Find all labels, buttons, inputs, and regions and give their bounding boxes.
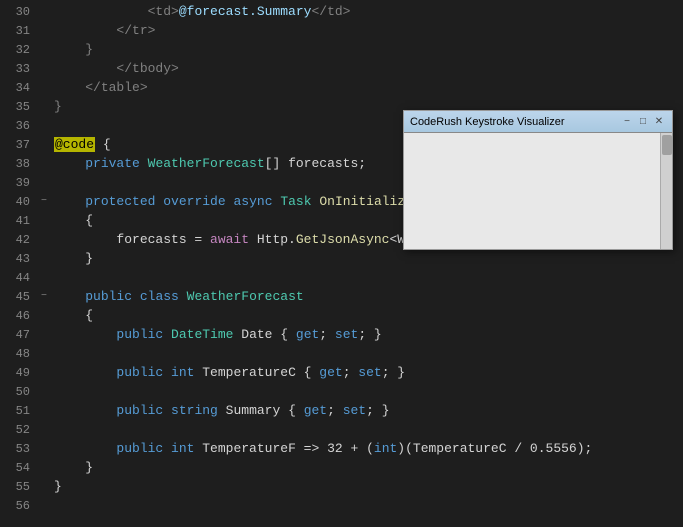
line-number: 50	[0, 385, 38, 399]
line-number: 49	[0, 366, 38, 380]
line-content: }	[50, 251, 93, 266]
line-number: 43	[0, 252, 38, 266]
scroll-thumb[interactable]	[662, 135, 672, 155]
close-button[interactable]: ✕	[652, 115, 666, 129]
collapse-button[interactable]: −	[38, 196, 50, 207]
line-content: public string Summary { get; set; }	[50, 403, 390, 418]
code-lines: 30 <td>@forecast.Summary</td>31 </tr>32 …	[0, 0, 683, 515]
line-number: 55	[0, 480, 38, 494]
line-number: 53	[0, 442, 38, 456]
line-number: 42	[0, 233, 38, 247]
keystroke-body	[404, 133, 672, 249]
code-line: 30 <td>@forecast.Summary</td>	[0, 2, 683, 21]
code-line: 55}	[0, 477, 683, 496]
line-number: 30	[0, 5, 38, 19]
code-line: 48	[0, 344, 683, 363]
line-number: 44	[0, 271, 38, 285]
line-number: 48	[0, 347, 38, 361]
code-line: 47 public DateTime Date { get; set; }	[0, 325, 683, 344]
code-line: 31 </tr>	[0, 21, 683, 40]
line-number: 51	[0, 404, 38, 418]
line-number: 36	[0, 119, 38, 133]
line-number: 52	[0, 423, 38, 437]
line-content: protected override async Task OnInitiali…	[50, 194, 460, 209]
code-line: 54 }	[0, 458, 683, 477]
code-line: 32 }	[0, 40, 683, 59]
line-number: 32	[0, 43, 38, 57]
line-number: 39	[0, 176, 38, 190]
line-number: 35	[0, 100, 38, 114]
line-content: }	[50, 99, 62, 114]
code-line: 56	[0, 496, 683, 515]
scrollbar[interactable]	[660, 133, 672, 249]
line-number: 46	[0, 309, 38, 323]
line-content: public int TemperatureC { get; set; }	[50, 365, 405, 380]
line-content: }	[50, 460, 93, 475]
line-content: }	[50, 42, 93, 57]
line-content: </table>	[50, 80, 148, 95]
line-number: 54	[0, 461, 38, 475]
line-number: 38	[0, 157, 38, 171]
line-number: 33	[0, 62, 38, 76]
line-content: {	[50, 308, 93, 323]
line-content: forecasts = await Http.GetJsonAsync<Weat…	[50, 232, 452, 247]
code-line: 50	[0, 382, 683, 401]
line-content: </tbody>	[50, 61, 179, 76]
line-number: 34	[0, 81, 38, 95]
keystroke-titlebar: CodeRush Keystroke Visualizer − □ ✕	[404, 111, 672, 133]
restore-button[interactable]: □	[636, 115, 650, 129]
line-number: 45	[0, 290, 38, 304]
line-number: 40	[0, 195, 38, 209]
code-line: 45− public class WeatherForecast	[0, 287, 683, 306]
code-line: 53 public int TemperatureF => 32 + (int)…	[0, 439, 683, 458]
minimize-button[interactable]: −	[620, 115, 634, 129]
line-content: public class WeatherForecast	[50, 289, 304, 304]
code-line: 33 </tbody>	[0, 59, 683, 78]
keystroke-visualizer-window[interactable]: CodeRush Keystroke Visualizer − □ ✕	[403, 110, 673, 250]
keystroke-window-title: CodeRush Keystroke Visualizer	[410, 116, 620, 128]
line-content: {	[50, 213, 93, 228]
code-line: 46 {	[0, 306, 683, 325]
line-number: 37	[0, 138, 38, 152]
line-number: 41	[0, 214, 38, 228]
line-content: }	[50, 479, 62, 494]
collapse-button[interactable]: −	[38, 291, 50, 302]
line-content: <td>@forecast.Summary</td>	[50, 4, 350, 19]
line-content: public DateTime Date { get; set; }	[50, 327, 382, 342]
line-content: </tr>	[50, 23, 155, 38]
code-line: 49 public int TemperatureC { get; set; }	[0, 363, 683, 382]
line-number: 56	[0, 499, 38, 513]
code-line: 34 </table>	[0, 78, 683, 97]
line-content: private WeatherForecast[] forecasts;	[50, 156, 366, 171]
code-editor: 30 <td>@forecast.Summary</td>31 </tr>32 …	[0, 0, 683, 527]
code-line: 43 }	[0, 249, 683, 268]
line-content: public int TemperatureF => 32 + (int)(Te…	[50, 441, 592, 456]
line-content: @code {	[50, 137, 111, 152]
code-line: 51 public string Summary { get; set; }	[0, 401, 683, 420]
code-line: 44	[0, 268, 683, 287]
titlebar-buttons: − □ ✕	[620, 115, 666, 129]
code-line: 52	[0, 420, 683, 439]
line-number: 47	[0, 328, 38, 342]
line-number: 31	[0, 24, 38, 38]
